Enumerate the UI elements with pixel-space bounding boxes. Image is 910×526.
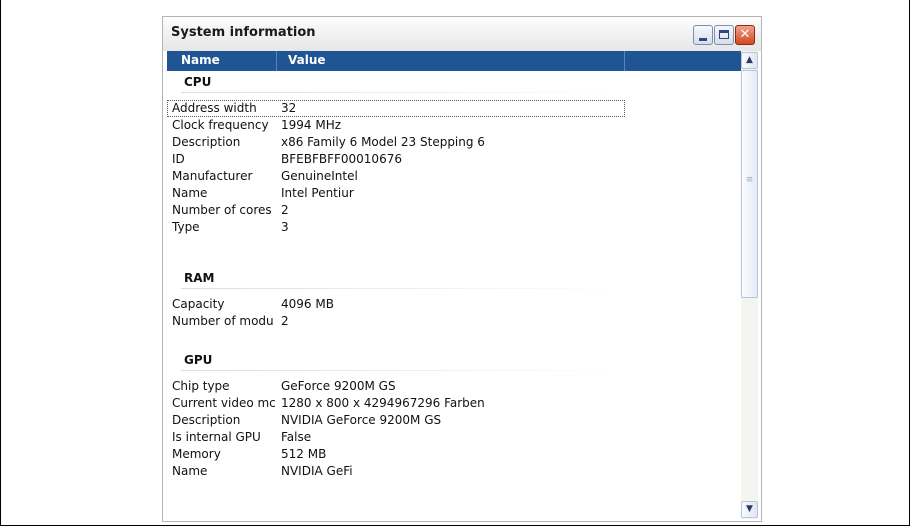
property-list[interactable]: CPU Address width 32 Clock frequency 1994 MH…: [167, 71, 741, 519]
group-header[interactable]: RAM: [167, 267, 625, 289]
property-value: GenuineIntel: [281, 169, 358, 183]
group-divider: [181, 92, 625, 93]
property-name: ID: [172, 152, 185, 166]
maximize-icon: [719, 30, 729, 39]
scrollbar-thumb[interactable]: ≡: [741, 70, 758, 298]
property-name: Type: [172, 220, 200, 234]
property-value: 512 MB: [281, 447, 327, 461]
property-name: Manufacturer: [172, 169, 253, 183]
title-bar[interactable]: System information ✕: [163, 17, 761, 51]
property-value: 32: [281, 101, 297, 115]
property-value: 4096 MB: [281, 297, 334, 311]
property-name: Name: [172, 186, 208, 200]
maximize-button[interactable]: [714, 25, 734, 45]
list-item[interactable]: Number of cores 2: [167, 202, 625, 219]
group-title: RAM: [184, 271, 215, 285]
system-information-window: System information ✕ Name Value CPU Addre…: [162, 16, 762, 522]
list-item[interactable]: Capacity 4096 MB: [167, 296, 625, 313]
chevron-up-icon: ▲: [746, 55, 753, 65]
property-value: x86 Family 6 Model 23 Stepping 6: [281, 135, 485, 149]
property-value: NVIDIA GeFi: [281, 464, 353, 478]
property-name: Description: [172, 413, 241, 427]
list-item[interactable]: Address width 32: [167, 100, 625, 117]
property-value: Intel Pentiur: [281, 186, 354, 200]
group-divider: [181, 288, 625, 289]
property-name: Number of modu: [172, 314, 274, 328]
list-item[interactable]: Clock frequency 1994 MHz: [167, 117, 625, 134]
list-item[interactable]: ID BFEBFBFF00010676: [167, 151, 625, 168]
group-header[interactable]: GPU: [167, 349, 625, 371]
column-header-name[interactable]: Name: [167, 51, 277, 71]
window-title: System information: [171, 25, 316, 40]
property-value: 1994 MHz: [281, 118, 342, 132]
list-item[interactable]: Type 3: [167, 219, 625, 236]
property-value: False: [281, 430, 312, 444]
list-item[interactable]: Name NVIDIA GeFi: [167, 463, 625, 480]
list-item[interactable]: Description x86 Family 6 Model 23 Steppin…: [167, 134, 625, 151]
property-name: Description: [172, 135, 241, 149]
group-divider: [181, 370, 625, 371]
scroll-down-button[interactable]: ▼: [741, 501, 758, 518]
close-button[interactable]: ✕: [735, 25, 755, 45]
chevron-down-icon: ▼: [746, 504, 753, 514]
list-item[interactable]: Memory 512 MB: [167, 446, 625, 463]
property-value: 2: [281, 203, 289, 217]
property-name: Current video mc: [172, 396, 276, 410]
group-header[interactable]: CPU: [167, 71, 625, 93]
list-item[interactable]: Is internal GPU False: [167, 429, 625, 446]
property-name: Memory: [172, 447, 221, 461]
property-name: Chip type: [172, 379, 230, 393]
property-name: Is internal GPU: [172, 430, 261, 444]
property-name: Name: [172, 464, 208, 478]
column-header-value[interactable]: Value: [277, 51, 625, 71]
property-value: 1280 x 800 x 4294967296 Farben: [281, 396, 485, 410]
group-title: GPU: [184, 353, 213, 367]
property-name: Number of cores: [172, 203, 272, 217]
list-item[interactable]: Manufacturer GenuineIntel: [167, 168, 625, 185]
property-name: Address width: [172, 101, 257, 115]
column-header: Name Value: [167, 51, 741, 71]
property-value: NVIDIA GeForce 9200M GS: [281, 413, 442, 427]
list-item[interactable]: Name Intel Pentiur: [167, 185, 625, 202]
property-value: 3: [281, 220, 289, 234]
minimize-button[interactable]: [693, 25, 713, 45]
list-item[interactable]: Chip type GeForce 9200M GS: [167, 378, 625, 395]
column-header-filler: [625, 51, 741, 71]
grip-icon: ≡: [745, 175, 754, 185]
list-item[interactable]: Current video mc 1280 x 800 x 4294967296 …: [167, 395, 625, 412]
minimize-icon: [699, 38, 707, 41]
vertical-scrollbar[interactable]: ▲ ≡ ▼: [741, 51, 758, 519]
property-value: BFEBFBFF00010676: [281, 152, 402, 166]
close-icon: ✕: [739, 27, 751, 42]
property-name: Capacity: [172, 297, 225, 311]
group-title: CPU: [184, 75, 212, 89]
property-value: GeForce 9200M GS: [281, 379, 396, 393]
property-value: 2: [281, 314, 289, 328]
list-item[interactable]: Number of modu 2: [167, 313, 625, 330]
scroll-up-button[interactable]: ▲: [741, 52, 758, 69]
list-item[interactable]: Description NVIDIA GeForce 9200M GS: [167, 412, 625, 429]
property-name: Clock frequency: [172, 118, 269, 132]
